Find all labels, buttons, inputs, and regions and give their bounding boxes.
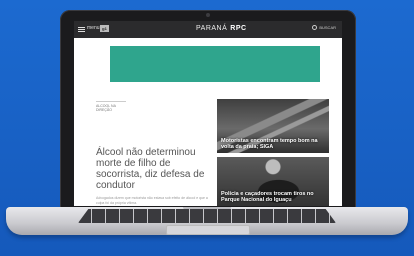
hamburger-menu-icon[interactable] (78, 27, 85, 32)
card-title[interactable]: Polícia e caçadores trocam tiros no Parq… (221, 191, 321, 203)
webcam (206, 13, 210, 17)
laptop-screen: menu g1 PARANÁ RPC BUSCAR ALCOOL NA DIREÇ… (74, 21, 342, 206)
brand-region: PARANÁ (196, 25, 228, 32)
keyboard (78, 209, 336, 223)
site-header: menu g1 PARANÁ RPC BUSCAR (74, 21, 342, 38)
menu-label[interactable]: menu (87, 25, 100, 31)
g1-logo[interactable]: g1 (100, 25, 109, 32)
search-label: BUSCAR (319, 25, 336, 30)
ad-banner[interactable] (110, 46, 320, 82)
laptop-base (6, 207, 408, 235)
site-brand[interactable]: PARANÁ RPC (196, 25, 247, 32)
brand-rpc: RPC (230, 25, 247, 32)
search-icon (312, 25, 318, 31)
news-card-traffic[interactable]: Motoristas encontram tempo bom na volta … (217, 99, 329, 153)
search-button[interactable]: BUSCAR (312, 25, 336, 31)
card-title[interactable]: Motoristas encontram tempo bom na volta … (221, 138, 321, 150)
story-kicker: ALCOOL NA DIREÇÃO (96, 101, 126, 112)
story-summary: Advogados dizem que motorista não estava… (96, 196, 208, 205)
trackpad (166, 225, 250, 235)
laptop-lid: menu g1 PARANÁ RPC BUSCAR ALCOOL NA DIREÇ… (60, 10, 356, 211)
story-headline[interactable]: Álcool não determinou morte de filho de … (96, 147, 214, 191)
main-story[interactable]: ALCOOL NA DIREÇÃO Álcool não determinou … (96, 101, 214, 206)
news-card-police[interactable]: Polícia e caçadores trocam tiros no Parq… (217, 157, 329, 206)
